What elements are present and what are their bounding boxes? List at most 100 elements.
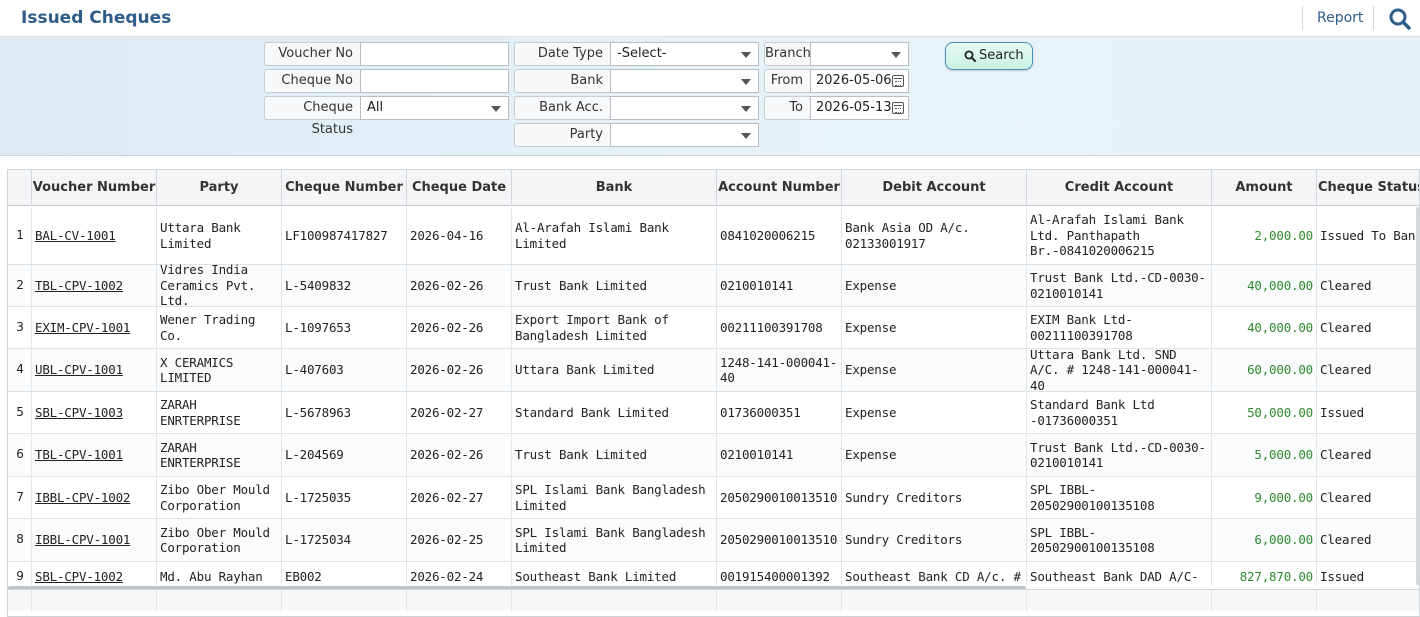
cell-bank: SPL Islami Bank Bangladesh Limited — [515, 482, 706, 513]
column-divider — [511, 207, 512, 585]
column-divider — [156, 207, 157, 585]
cell-credit-account: Standard Bank Ltd -01736000351 — [1030, 397, 1155, 428]
report-link[interactable]: Report — [1317, 10, 1363, 26]
to-date-value: 2026-05-13 — [816, 100, 892, 115]
column-header-row-number — [8, 170, 32, 206]
table-row[interactable]: 8 IBBL-CPV-1001 Zibo Ober Mould Corporatio… — [8, 519, 1419, 562]
column-divider — [406, 207, 407, 585]
cell-account-number: 01736000351 — [720, 404, 801, 420]
footer-divider — [716, 590, 717, 612]
search-button[interactable]: Search — [945, 42, 1033, 70]
cell-account-number: 0210010141 — [720, 447, 794, 463]
column-header-cheque-date[interactable]: Cheque Date — [407, 170, 512, 206]
bank-select[interactable] — [610, 69, 759, 93]
cell-bank: SPL Islami Bank Bangladesh Limited — [515, 524, 706, 556]
voucher-link[interactable]: EXIM-CPV-1001 — [35, 320, 130, 336]
table-row[interactable]: 4 UBL-CPV-1001 X CERAMICS LIMITED L-407603 2… — [8, 347, 1419, 393]
cell-cheque-number: L-1725034 — [285, 532, 351, 548]
footer-divider — [281, 590, 282, 612]
cell-party: Zibo Ober Mould Corporation — [160, 482, 270, 513]
bank-acc-select[interactable] — [610, 96, 759, 120]
column-header-bank[interactable]: Bank — [512, 170, 717, 206]
column-header-cheque-status[interactable]: Cheque Status — [1317, 170, 1419, 206]
cell-cheque-date: 2026-02-26 — [410, 447, 484, 463]
voucher-link[interactable]: SBL-CPV-1003 — [35, 405, 123, 421]
table-row[interactable]: 1 BAL-CV-1001 Uttara Bank Limited LF1009874… — [8, 207, 1419, 265]
cell-amount: 50,000.00 — [1247, 404, 1313, 420]
cell-debit-account: Expense — [845, 404, 897, 420]
grid-header: Voucher Number Party Cheque Number Cheque D… — [8, 170, 1419, 206]
from-date-input[interactable]: 2026-05-06 — [810, 69, 909, 93]
voucher-link[interactable]: UBL-CPV-1001 — [35, 362, 123, 378]
footer-divider — [511, 590, 512, 612]
cell-account-number: 0210010141 — [720, 277, 794, 293]
cell-voucher-number: IBBL-CPV-1001 — [32, 519, 157, 561]
column-header-debit-account[interactable]: Debit Account — [842, 170, 1027, 206]
column-header-amount[interactable]: Amount — [1212, 170, 1317, 206]
search-button-label: Search — [979, 48, 1024, 63]
calendar-icon[interactable] — [892, 75, 904, 87]
cell-voucher-number: SBL-CPV-1003 — [32, 392, 157, 433]
page-header: Issued Cheques Report — [0, 0, 1420, 37]
cell-cheque-number: L-1097653 — [285, 319, 351, 335]
cell-row-number: 6 — [16, 447, 24, 462]
filter-panel: Voucher No Cheque No Cheque Status All D… — [0, 37, 1420, 156]
table-row[interactable]: 5 SBL-CPV-1003 ZARAH ENRTERPRISE L-5678963 2… — [8, 392, 1419, 434]
cell-credit-account: Trust Bank Ltd.-CD-0030-0210010141 — [1030, 270, 1206, 301]
cell-amount: 40,000.00 — [1247, 319, 1313, 335]
cell-debit-account: Expense — [845, 319, 897, 335]
column-header-cheque-number[interactable]: Cheque Number — [282, 170, 407, 206]
header-divider — [1373, 6, 1374, 30]
cell-voucher-number: IBBL-CPV-1002 — [32, 477, 157, 518]
table-row[interactable]: 6 TBL-CPV-1001 ZARAH ENRTERPRISE L-204569 20… — [8, 434, 1419, 477]
cell-debit-account: Expense — [845, 447, 897, 463]
search-icon[interactable] — [1388, 7, 1412, 31]
cell-bank: Standard Bank Limited — [515, 404, 669, 420]
voucher-link[interactable]: SBL-CPV-1002 — [35, 569, 123, 585]
grid-footer — [8, 589, 1419, 612]
table-row[interactable]: 3 EXIM-CPV-1001 Wener Trading Co. L-1097653… — [8, 307, 1419, 349]
cell-party: ZARAH ENRTERPRISE — [160, 439, 241, 471]
cell-row-number: 1 — [16, 227, 24, 242]
cell-bank: Al-Arafah Islami Bank Limited — [515, 220, 669, 251]
vertical-scrollbar[interactable] — [1416, 207, 1419, 585]
cell-row-number: 4 — [16, 362, 24, 377]
voucher-link[interactable]: BAL-CV-1001 — [35, 228, 116, 244]
voucher-link[interactable]: TBL-CPV-1001 — [35, 447, 123, 463]
cell-cheque-date: 2026-02-26 — [410, 277, 484, 293]
column-divider — [31, 207, 32, 585]
column-header-party[interactable]: Party — [157, 170, 282, 206]
table-row[interactable]: 2 TBL-CPV-1002 Vidres India Ceramics Pvt. … — [8, 262, 1419, 308]
cheque-no-input[interactable] — [360, 69, 509, 93]
cell-amount: 827,870.00 — [1239, 568, 1313, 584]
to-date-input[interactable]: 2026-05-13 — [810, 96, 909, 120]
voucher-link[interactable]: TBL-CPV-1002 — [35, 278, 123, 294]
cell-account-number: 00211100391708 — [720, 319, 823, 335]
cheque-status-select[interactable]: All — [360, 96, 509, 120]
column-divider — [281, 207, 282, 585]
branch-select[interactable] — [810, 42, 909, 66]
table-row[interactable]: 7 IBBL-CPV-1002 Zibo Ober Mould Corporatio… — [8, 477, 1419, 519]
calendar-icon[interactable] — [892, 102, 904, 114]
cell-amount: 40,000.00 — [1247, 277, 1313, 293]
column-header-credit-account[interactable]: Credit Account — [1027, 170, 1212, 206]
footer-divider — [1211, 590, 1212, 612]
party-select[interactable] — [610, 123, 759, 147]
cell-cheque-date: 2026-02-27 — [410, 489, 484, 505]
footer-divider — [156, 590, 157, 612]
voucher-link[interactable]: IBBL-CPV-1001 — [35, 532, 130, 548]
voucher-no-label: Voucher No — [264, 42, 361, 66]
cell-party: Wener Trading Co. — [160, 312, 256, 343]
voucher-link[interactable]: IBBL-CPV-1002 — [35, 490, 130, 506]
cheque-status-value: All — [367, 100, 384, 115]
cell-amount: 6,000.00 — [1254, 532, 1313, 548]
cell-voucher-number: EXIM-CPV-1001 — [32, 307, 157, 348]
column-header-voucher-number[interactable]: Voucher Number — [32, 170, 157, 206]
date-type-select[interactable]: -Select- — [610, 42, 759, 66]
cell-debit-account: Sundry Creditors — [845, 532, 963, 548]
cell-cheque-status: Cleared — [1320, 362, 1372, 378]
date-type-label: Date Type — [514, 42, 611, 66]
bank-label: Bank — [514, 69, 611, 93]
voucher-no-input[interactable] — [360, 42, 509, 66]
column-header-account-number[interactable]: Account Number — [717, 170, 842, 206]
